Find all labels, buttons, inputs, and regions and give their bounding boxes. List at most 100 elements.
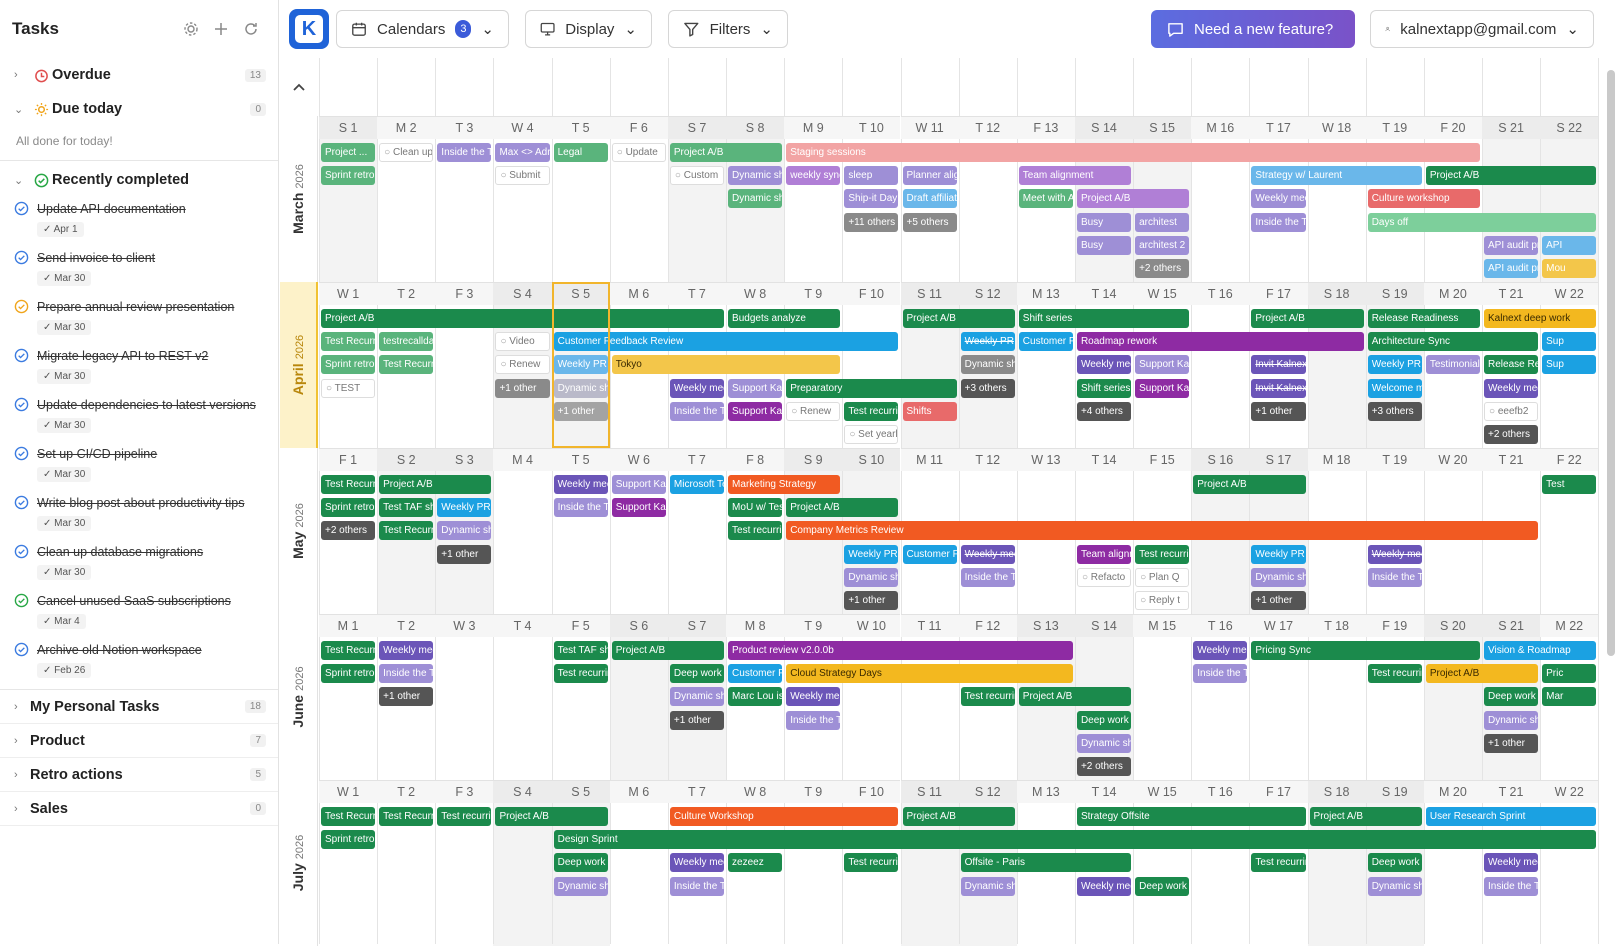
task-chip[interactable]: Reply t <box>1135 591 1190 610</box>
event-chip[interactable]: Project ... <box>321 143 376 162</box>
day-header[interactable]: S 11 <box>900 780 959 803</box>
day-header[interactable]: F 6 <box>609 116 668 139</box>
day-header[interactable]: F 3 <box>435 282 494 305</box>
event-chip[interactable]: Sprint retro <box>321 355 376 375</box>
day-header[interactable]: M 1 <box>319 614 378 637</box>
event-chip[interactable]: Support Kalnext <box>611 498 666 518</box>
event-chip[interactable]: Busy <box>1076 212 1132 232</box>
event-chip[interactable]: Deep work <box>669 664 725 684</box>
event-chip[interactable]: Dynamic shifts <box>437 521 492 541</box>
day-header[interactable]: T 21 <box>1482 780 1541 803</box>
event-chip[interactable]: Deep work <box>1135 876 1190 896</box>
day-header[interactable]: T 9 <box>784 614 843 637</box>
event-chip[interactable]: Project A/B <box>1425 664 1539 684</box>
event-chip[interactable]: API <box>1542 235 1597 255</box>
event-chip[interactable]: Deep work <box>1484 687 1539 707</box>
event-chip[interactable]: Days off <box>1367 212 1597 232</box>
day-header[interactable]: W 3 <box>435 614 494 637</box>
event-chip[interactable]: Dynamic shifts <box>1484 710 1539 730</box>
day-header[interactable]: T 7 <box>667 282 727 305</box>
event-chip[interactable]: Max <> Adrien <box>495 143 550 162</box>
event-chip[interactable]: Project A/B <box>786 498 899 518</box>
day-header[interactable]: W 18 <box>1307 116 1366 139</box>
day-header[interactable]: S 14 <box>1074 116 1134 139</box>
day-header[interactable]: T 14 <box>1074 780 1134 803</box>
completed-task-item[interactable]: Archive old Notion workspace ✓ Feb 26 <box>0 638 278 687</box>
group-due-today[interactable]: ⌄ Due today 0 <box>0 92 278 126</box>
account-menu[interactable]: kalnextapp@gmail.com ⌄ <box>1370 10 1594 48</box>
event-chip[interactable]: Test Recurring <box>379 355 434 375</box>
event-chip[interactable]: Sprint retro <box>321 830 376 850</box>
day-header[interactable]: T 17 <box>1249 116 1308 139</box>
event-chip[interactable]: Deep work <box>553 853 608 873</box>
check-circle-icon[interactable] <box>14 495 30 511</box>
day-header[interactable]: T 2 <box>377 780 436 803</box>
event-chip[interactable]: Weekly meeting <box>379 641 434 660</box>
task-chip[interactable]: Submit <box>495 166 550 186</box>
event-chip[interactable]: Test Recurring <box>321 475 376 494</box>
group-recently-completed[interactable]: ⌄ Recently completed <box>0 163 278 197</box>
event-chip[interactable]: Preparatory <box>786 378 957 398</box>
event-chip[interactable]: Test recurring <box>1367 664 1422 684</box>
event-chip[interactable]: Sprint retro <box>321 664 376 684</box>
check-circle-icon[interactable] <box>14 250 30 266</box>
event-chip[interactable]: Staging sessions <box>786 143 1480 162</box>
completed-task-item[interactable]: Write blog post about productivity tips ✓… <box>0 491 278 540</box>
day-header[interactable]: F 1 <box>319 448 378 471</box>
check-circle-icon[interactable] <box>14 544 30 560</box>
event-chip[interactable]: Weekly meeting <box>1484 853 1539 873</box>
display-button[interactable]: Display ⌄ <box>525 10 652 48</box>
completed-task-item[interactable]: Clean up database migrations ✓ Mar 30 <box>0 540 278 589</box>
day-header[interactable]: T 21 <box>1482 282 1541 305</box>
day-header[interactable]: S 5 <box>551 282 610 305</box>
event-chip[interactable]: Dynamic shifts <box>669 687 725 707</box>
day-header[interactable]: S 12 <box>958 780 1017 803</box>
event-chip[interactable]: Test Recurring <box>321 332 376 352</box>
event-chip[interactable]: Test recurring <box>437 807 492 826</box>
task-chip[interactable]: TEST <box>321 378 376 398</box>
day-header[interactable]: T 3 <box>435 116 494 139</box>
more-events-chip[interactable]: +1 other <box>379 687 434 707</box>
day-header[interactable]: F 17 <box>1249 282 1308 305</box>
day-header[interactable]: M 11 <box>900 448 959 471</box>
event-chip[interactable]: Team alignment <box>1076 544 1132 564</box>
day-header[interactable]: S 22 <box>1540 116 1599 139</box>
event-chip[interactable]: Testimonial <box>1425 355 1480 375</box>
event-chip[interactable]: Customer F <box>728 664 783 684</box>
event-chip[interactable]: Project A/B <box>495 807 608 826</box>
event-chip[interactable]: Welcome m <box>1367 378 1422 398</box>
completed-task-item[interactable]: Cancel unused SaaS subscriptions ✓ Mar 4 <box>0 589 278 638</box>
day-header[interactable]: S 13 <box>1016 614 1075 637</box>
event-chip[interactable]: Dynamic shifts <box>1367 876 1422 896</box>
event-chip[interactable]: Marketing Strategy <box>728 475 841 494</box>
event-chip[interactable]: Project A/B <box>1425 166 1597 186</box>
more-events-chip[interactable]: +1 other <box>437 544 492 564</box>
event-chip[interactable]: Deep work <box>1367 853 1422 873</box>
event-chip[interactable]: Project A/B <box>1251 309 1364 328</box>
day-header[interactable]: W 8 <box>726 282 785 305</box>
month-label-july[interactable]: July 2026 <box>280 780 318 946</box>
day-header[interactable]: T 12 <box>958 448 1017 471</box>
event-chip[interactable]: Weekly PR <box>553 355 608 375</box>
day-header[interactable]: M 20 <box>1423 282 1482 305</box>
day-header[interactable]: S 3 <box>435 448 494 471</box>
gear-icon[interactable] <box>176 21 206 37</box>
event-chip[interactable]: testrecallday <box>379 332 434 352</box>
event-chip[interactable]: Inside the Trend <box>1484 876 1539 896</box>
event-chip[interactable]: Test recurring <box>553 664 608 684</box>
more-events-chip[interactable]: +3 others <box>960 378 1015 398</box>
event-chip[interactable]: Test recurring <box>844 853 899 873</box>
more-events-chip[interactable]: +2 others <box>1135 259 1190 278</box>
event-chip[interactable]: Weekly meeting <box>960 544 1015 564</box>
day-header[interactable]: T 5 <box>551 116 610 139</box>
event-chip[interactable]: Architecture Sync <box>1367 332 1539 352</box>
event-chip[interactable]: Cloud Strategy Days <box>786 664 1073 684</box>
day-header[interactable]: W 22 <box>1540 282 1599 305</box>
day-header[interactable]: S 12 <box>958 282 1017 305</box>
event-chip[interactable]: Mou <box>1542 259 1597 278</box>
task-list-group[interactable]: › Retro actions 5 <box>0 758 278 792</box>
event-chip[interactable]: Budgets analyze <box>728 309 841 328</box>
event-chip[interactable]: Deep work <box>1076 710 1132 730</box>
day-header[interactable]: M 15 <box>1133 614 1192 637</box>
event-chip[interactable]: Test Recurring <box>379 807 434 826</box>
